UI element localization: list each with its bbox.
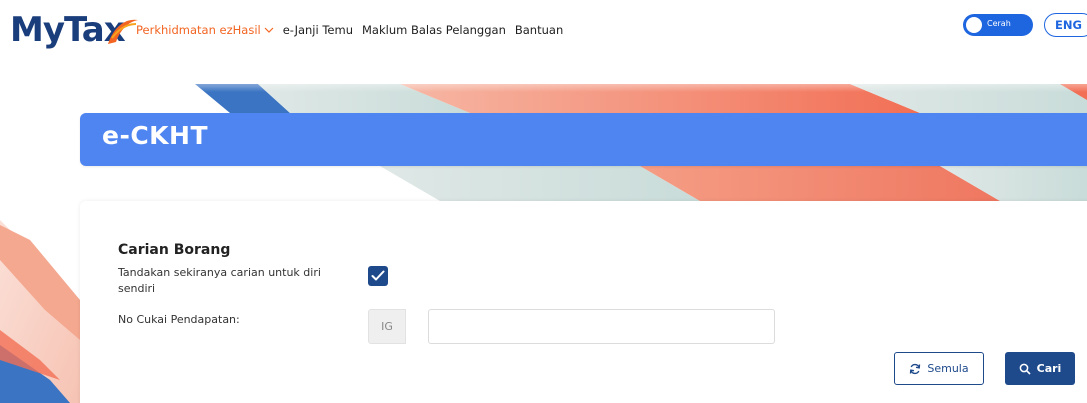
- theme-toggle-label: Cerah: [987, 19, 1011, 28]
- tax-number-input[interactable]: [428, 309, 775, 344]
- self-search-checkbox[interactable]: [368, 266, 388, 286]
- toggle-knob: [966, 17, 982, 33]
- search-form-card: Carian Borang Tandakan sekiranya carian …: [80, 201, 1087, 403]
- theme-toggle[interactable]: Cerah: [963, 14, 1033, 36]
- page: My Tax Perkhidmatan ezHasil e-Janji Temu …: [0, 0, 1087, 403]
- nav-item-perkhidmatan-ezhasil[interactable]: Perkhidmatan ezHasil: [136, 23, 274, 37]
- reset-button-label: Semula: [927, 362, 969, 375]
- mytax-logo[interactable]: My Tax: [10, 8, 138, 50]
- reset-button[interactable]: Semula: [894, 352, 984, 385]
- nav-item-bantuan[interactable]: Bantuan: [515, 23, 563, 37]
- self-search-label: Tandakan sekiranya carian untuk diri sen…: [118, 266, 321, 295]
- main-nav: Perkhidmatan ezHasil e-Janji Temu Maklum…: [136, 23, 572, 37]
- tax-number-label: No Cukai Pendapatan:: [118, 313, 240, 326]
- nav-item-label: Perkhidmatan ezHasil: [136, 23, 261, 37]
- refresh-icon: [910, 363, 921, 374]
- tax-number-prefix: IG: [368, 309, 406, 344]
- top-navigation-bar: My Tax Perkhidmatan ezHasil e-Janji Temu …: [0, 0, 1087, 62]
- nav-item-maklum-balas-pelanggan[interactable]: Maklum Balas Pelanggan: [362, 23, 506, 37]
- chevron-down-icon: [264, 26, 274, 37]
- search-button-label: Cari: [1036, 362, 1062, 375]
- logo-text-my: My: [10, 10, 65, 50]
- checkmark-icon: [371, 270, 385, 281]
- page-title-banner: e-CKHT: [80, 113, 1087, 166]
- language-button[interactable]: ENG: [1044, 13, 1087, 37]
- mytax-logo-swoosh-icon: [108, 19, 138, 44]
- page-title: e-CKHT: [102, 121, 209, 150]
- form-title: Carian Borang: [118, 242, 231, 258]
- nav-item-e-janji-temu[interactable]: e-Janji Temu: [283, 23, 353, 37]
- search-icon: [1019, 363, 1031, 375]
- search-button[interactable]: Cari: [1005, 352, 1075, 385]
